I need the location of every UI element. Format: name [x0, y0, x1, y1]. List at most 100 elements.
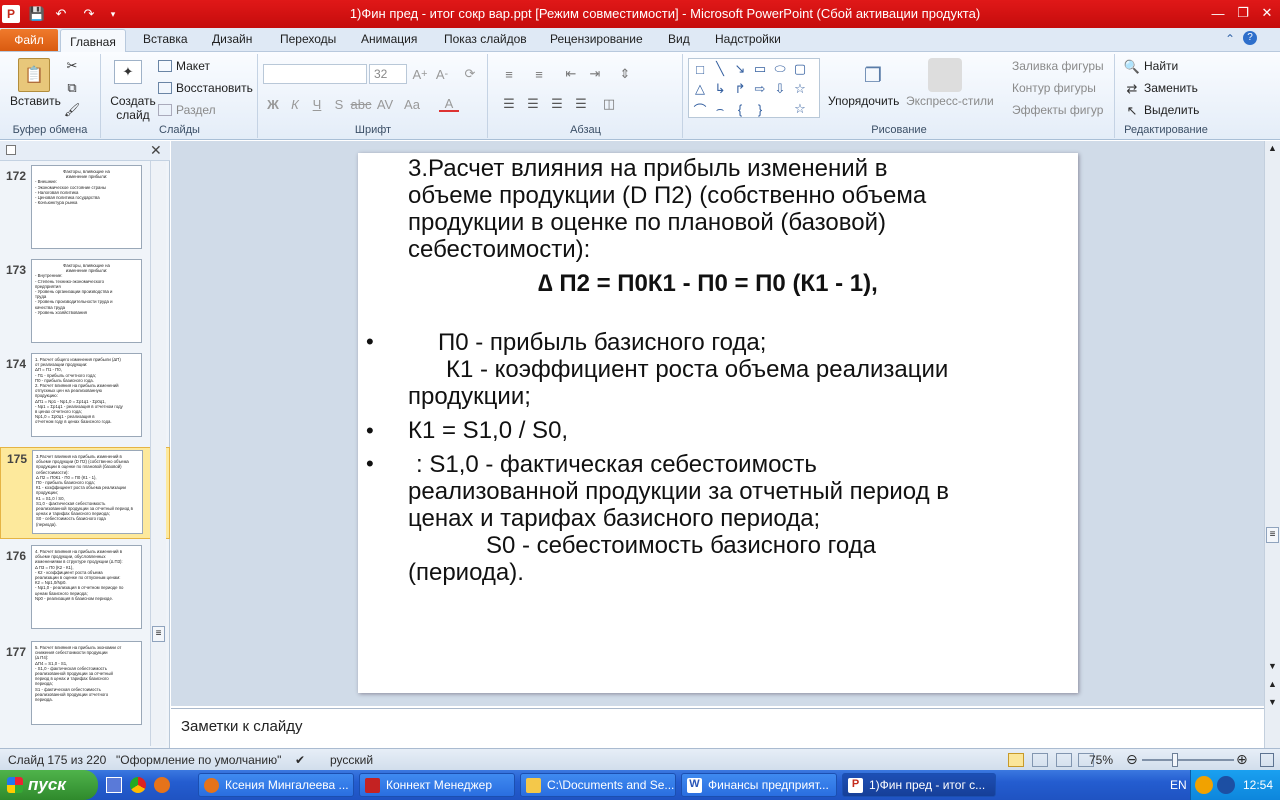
- tab-slideshow[interactable]: Показ слайдов: [444, 32, 527, 46]
- task-explorer[interactable]: C:\Documents and Se...: [520, 773, 676, 797]
- rounded-rect-shape-icon[interactable]: ▢: [791, 61, 809, 77]
- slide-thumbnail[interactable]: 4. Расчет влияния на прибыль изменений в…: [31, 545, 142, 629]
- heading-line-3[interactable]: продукции в оценке по плановой (базовой): [408, 209, 886, 236]
- slide-thumbnail[interactable]: Факторы, влияющие на изменение прибыли: - …: [31, 259, 142, 343]
- rectangle-shape-icon[interactable]: ▭: [751, 61, 769, 77]
- minimize-ribbon-icon[interactable]: ⌃: [1225, 32, 1235, 46]
- previous-slide-icon[interactable]: ▲: [1266, 679, 1279, 691]
- section-button[interactable]: Раздел: [176, 103, 216, 117]
- arc-shape-icon[interactable]: ⌢: [711, 101, 729, 117]
- help-icon[interactable]: ?: [1243, 31, 1257, 45]
- show-desktop-icon[interactable]: [106, 777, 122, 793]
- slide-thumbnail-row[interactable]: 172 Факторы, влияющие на изменение прибыли…: [0, 163, 170, 255]
- oval-shape-icon[interactable]: ⬭: [771, 61, 789, 77]
- numbering-icon[interactable]: ≡: [529, 66, 549, 82]
- quick-styles-button[interactable]: Экспресс-стили: [906, 94, 994, 108]
- task-connect-manager[interactable]: Коннект Менеджер: [359, 773, 515, 797]
- paste-button[interactable]: Вставить: [10, 94, 61, 108]
- fit-to-window-icon[interactable]: [1260, 753, 1274, 767]
- font-name-combo[interactable]: [263, 64, 367, 84]
- chrome-icon[interactable]: [130, 777, 146, 793]
- slide-thumbnail-row[interactable]: 175 3.Расчет влияния на прибыль изменений…: [0, 447, 170, 539]
- clear-format-icon[interactable]: ⟳: [461, 66, 479, 82]
- line-spacing-icon[interactable]: ⇕: [615, 66, 635, 82]
- slide-thumbnail[interactable]: 1. Расчет общего изменения прибыли (ΔП) о…: [31, 353, 142, 437]
- right-arrow-shape-icon[interactable]: ⇨: [751, 81, 769, 97]
- case-icon[interactable]: Aa: [399, 96, 425, 112]
- replace-button[interactable]: Заменить: [1144, 81, 1198, 95]
- task-powerpoint[interactable]: P 1)Фин пред - итог с...: [842, 773, 996, 797]
- zoom-slider[interactable]: [1142, 759, 1234, 761]
- scroll-down-icon[interactable]: ▼: [1266, 661, 1279, 673]
- arrange-button[interactable]: Упорядочить: [828, 94, 899, 108]
- slide-thumbnail-row[interactable]: 174 1. Расчет общего изменения прибыли (Δ…: [0, 351, 170, 443]
- arrange-icon[interactable]: ❐: [856, 58, 890, 92]
- thumbnails-scrollbar[interactable]: ≡: [150, 161, 166, 746]
- thumbnails-scroll-thumb[interactable]: ≡: [152, 626, 165, 642]
- layout-icon[interactable]: [158, 60, 172, 72]
- formula[interactable]: ∆ П2 = П0К1 - П0 = П0 (К1 - 1),: [538, 270, 878, 297]
- maximize-button[interactable]: ❐: [1230, 3, 1256, 23]
- bullet3-line-5[interactable]: (периода).: [408, 559, 524, 586]
- firefox-icon[interactable]: [154, 777, 170, 793]
- italic-icon[interactable]: К: [287, 96, 303, 112]
- slide-thumbnail[interactable]: 3.Расчет влияния на прибыль изменений во…: [32, 450, 143, 534]
- minimize-button[interactable]: —: [1205, 3, 1231, 23]
- task-word[interactable]: W Финансы предприят...: [681, 773, 837, 797]
- grow-font-icon[interactable]: A +: [411, 66, 429, 82]
- powerpoint-app-icon[interactable]: P: [2, 5, 20, 23]
- heading-line-2[interactable]: объеме продукции (D П2) (собственно объе…: [408, 182, 926, 209]
- slide-thumbnail[interactable]: 5. Расчет влияния на прибыль экономии от…: [31, 641, 142, 725]
- shape-outline-button[interactable]: Контур фигуры: [1012, 81, 1096, 95]
- spellcheck-icon[interactable]: ✔: [295, 753, 305, 767]
- zoom-out-icon[interactable]: ⊖: [1126, 751, 1138, 768]
- down-arrow-shape-icon[interactable]: ⇩: [771, 81, 789, 97]
- shrink-font-icon[interactable]: A-: [433, 66, 451, 82]
- undo-icon[interactable]: ↶: [52, 5, 70, 23]
- font-color-icon[interactable]: A: [439, 96, 459, 112]
- language[interactable]: русский: [330, 753, 373, 767]
- bullet3-line-4[interactable]: S0 - себестоимость базисного года: [486, 532, 876, 559]
- shape-effects-button[interactable]: Эффекты фигур: [1012, 103, 1103, 117]
- triangle-shape-icon[interactable]: △: [691, 81, 709, 97]
- tab-home[interactable]: Главная: [60, 29, 126, 53]
- font-size-combo[interactable]: 32: [369, 64, 407, 84]
- bullet1-line-1[interactable]: П0 - прибыль базисного года;: [438, 329, 766, 356]
- redo-icon[interactable]: ↷: [80, 5, 98, 23]
- close-pane-icon[interactable]: ✕: [150, 142, 162, 159]
- new-slide-icon[interactable]: ✦: [114, 60, 142, 84]
- network-icon[interactable]: [1217, 776, 1235, 794]
- scroll-up-icon[interactable]: ▲: [1266, 143, 1279, 155]
- find-button[interactable]: Найти: [1144, 59, 1178, 73]
- slide-scrollbar[interactable]: ▲ ≡ ▼ ▲ ▼: [1264, 141, 1280, 748]
- find-icon[interactable]: 🔍: [1124, 59, 1140, 75]
- quick-styles-icon[interactable]: [928, 58, 962, 92]
- zoom-slider-thumb[interactable]: [1172, 753, 1179, 767]
- task-firefox[interactable]: Ксения Мингалеева ...: [198, 773, 354, 797]
- slide-thumbnail-row[interactable]: 173 Факторы, влияющие на изменение прибыли…: [0, 257, 170, 349]
- start-button[interactable]: пуск: [0, 770, 98, 800]
- tab-review[interactable]: Рецензирование: [550, 32, 643, 46]
- tab-transitions[interactable]: Переходы: [280, 32, 336, 46]
- bullet3-line-2[interactable]: реализованной продукции за отчетный пери…: [408, 478, 949, 505]
- zoom-in-icon[interactable]: ⊕: [1236, 751, 1248, 768]
- next-slide-icon[interactable]: ▼: [1266, 697, 1279, 709]
- bullet1-line-2[interactable]: К1 - коэффициент роста объема реализации: [446, 356, 948, 383]
- connector-shape-icon[interactable]: ↱: [731, 81, 749, 97]
- shadow-icon[interactable]: S: [331, 96, 347, 112]
- cut-icon[interactable]: ✂: [64, 58, 80, 74]
- slide-thumbnail-row[interactable]: 177 5. Расчет влияния на прибыль экономии…: [0, 639, 170, 731]
- copy-icon[interactable]: ⧉: [64, 80, 80, 96]
- reading-view-icon[interactable]: [1056, 753, 1072, 767]
- language-indicator[interactable]: EN: [1170, 778, 1187, 792]
- strikethrough-icon[interactable]: abc: [351, 96, 372, 112]
- align-right-icon[interactable]: ☰: [547, 96, 567, 112]
- format-painter-icon[interactable]: 🖌: [64, 102, 81, 118]
- slide-thumbnail[interactable]: Факторы, влияющие на изменение прибыли: - …: [31, 165, 142, 249]
- normal-view-icon[interactable]: [1008, 753, 1024, 767]
- brace-right-shape-icon[interactable]: }: [751, 101, 769, 117]
- curve-shape-icon[interactable]: ⌒: [691, 101, 709, 118]
- star-shape-icon[interactable]: ☆: [791, 81, 809, 97]
- close-button[interactable]: ✕: [1254, 3, 1280, 23]
- bullet1-line-3[interactable]: продукции;: [408, 383, 531, 410]
